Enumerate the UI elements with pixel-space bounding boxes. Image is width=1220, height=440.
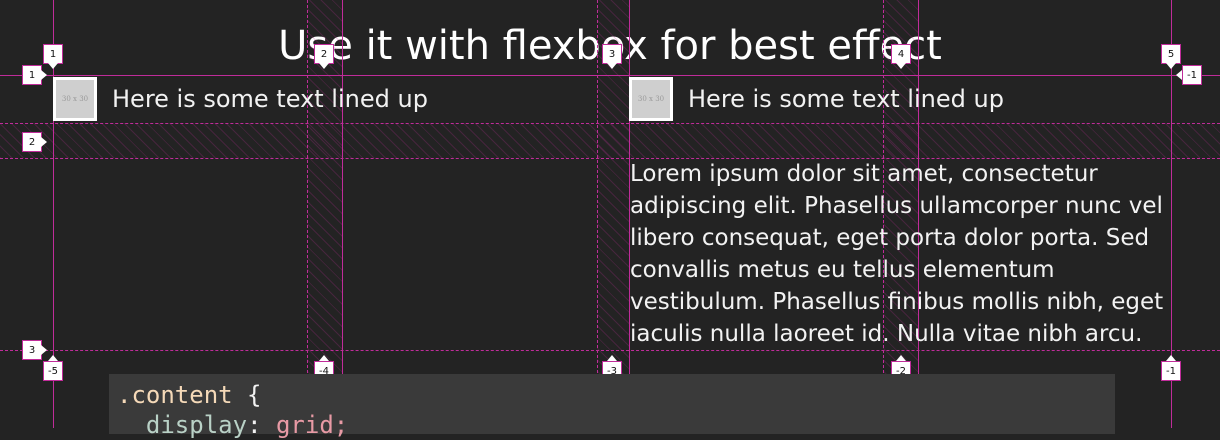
grid-row-number: 1: [22, 65, 47, 85]
grid-row-number: 3: [22, 340, 47, 360]
grid-row-number-negative: -1: [1176, 65, 1202, 85]
grid-column-number: 4: [891, 44, 911, 69]
media-text: Here is some text lined up: [688, 85, 1004, 113]
grid-column-number: 5: [1161, 44, 1181, 69]
code-block: .content { display: grid;: [109, 374, 1115, 439]
code-colon: :: [247, 411, 262, 439]
grid-column-number: 1: [43, 44, 63, 69]
grid-column-number: 3: [602, 44, 622, 69]
grid-column-number-negative: -5: [43, 355, 63, 381]
grid-column-number-negative: -1: [1161, 355, 1181, 381]
media-text: Here is some text lined up: [112, 85, 428, 113]
grid-column-line: [342, 0, 343, 428]
code-property: display: [145, 411, 248, 439]
media-thumbnail: 30 x 30: [629, 77, 673, 121]
code-value: grid;: [275, 411, 349, 439]
grid-column-number: 2: [314, 44, 334, 69]
placeholder-image: 30 x 30: [56, 80, 94, 118]
grid-row-number: 2: [22, 132, 47, 152]
lorem-paragraph: Lorem ipsum dolor sit amet, consectetur …: [630, 161, 1164, 347]
placeholder-image: 30 x 30: [632, 80, 670, 118]
code-brace: {: [247, 381, 262, 409]
code-selector: .content: [117, 381, 233, 409]
media-thumbnail: 30 x 30: [53, 77, 97, 121]
